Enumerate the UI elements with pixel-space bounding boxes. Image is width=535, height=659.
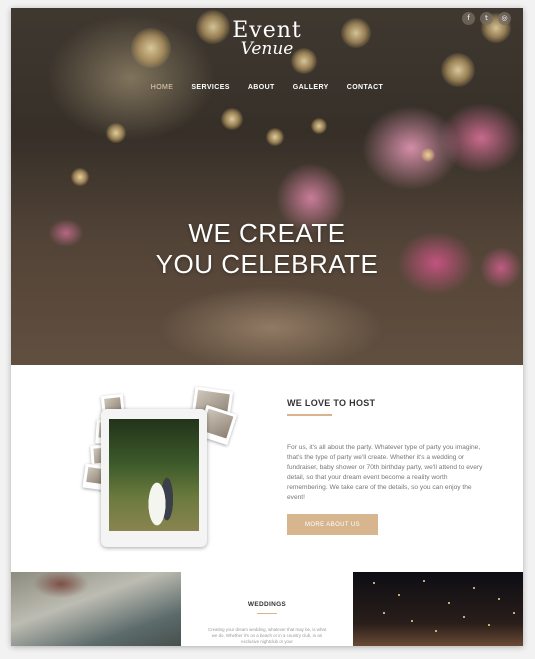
- vintage-van-photo: [11, 572, 181, 646]
- tablet-mockup: [101, 409, 207, 547]
- weddings-underline: [257, 613, 277, 614]
- hero-line-2: YOU CELEBRATE: [155, 249, 379, 279]
- nav-home[interactable]: HOME: [151, 84, 174, 91]
- nav-contact[interactable]: CONTACT: [347, 84, 384, 91]
- hero-headline: WE CREATE YOU CELEBRATE: [11, 218, 523, 280]
- weddings-card: WEDDINGS Creating your dream wedding, wh…: [181, 572, 353, 646]
- about-text: For us, it's all about the party. Whatev…: [287, 444, 483, 501]
- light-dot: [473, 587, 475, 589]
- light-dot: [463, 616, 465, 618]
- nav-about[interactable]: ABOUT: [248, 84, 275, 91]
- light-dot: [383, 612, 385, 614]
- light-dot: [513, 612, 515, 614]
- light-dot: [373, 582, 375, 584]
- hero-line-1: WE CREATE: [188, 218, 346, 248]
- light-dot: [448, 602, 450, 604]
- more-about-us-button[interactable]: MORE ABOUT US: [287, 514, 378, 535]
- light-dot: [398, 594, 400, 596]
- logo-line-2: Venue: [240, 39, 294, 59]
- light-dot: [498, 598, 500, 600]
- nav-gallery[interactable]: GALLERY: [293, 84, 329, 91]
- nav-services[interactable]: SERVICES: [191, 84, 229, 91]
- weddings-title: WEDDINGS: [247, 601, 287, 608]
- concert-lights-photo: [353, 572, 523, 646]
- site-logo[interactable]: Event Venue: [11, 20, 523, 59]
- weddings-text: Creating your dream wedding, whatever th…: [207, 627, 327, 644]
- hero-overlay: [11, 8, 523, 365]
- main-nav: HOME SERVICES ABOUT GALLERY CONTACT: [11, 84, 523, 91]
- title-underline: [287, 414, 332, 416]
- light-dot: [423, 580, 425, 582]
- hero-section: f t ◎ Event Venue HOME SERVICES ABOUT GA…: [11, 8, 523, 365]
- wedding-photo: [109, 419, 199, 531]
- light-dot: [488, 624, 490, 626]
- light-dot: [411, 620, 413, 622]
- light-dot: [435, 630, 437, 632]
- services-strip: WEDDINGS Creating your dream wedding, wh…: [11, 572, 523, 646]
- about-title: WE LOVE TO HOST: [287, 398, 376, 408]
- website-frame: f t ◎ Event Venue HOME SERVICES ABOUT GA…: [11, 8, 523, 646]
- about-section: WE LOVE TO HOST For us, it's all about t…: [11, 365, 523, 572]
